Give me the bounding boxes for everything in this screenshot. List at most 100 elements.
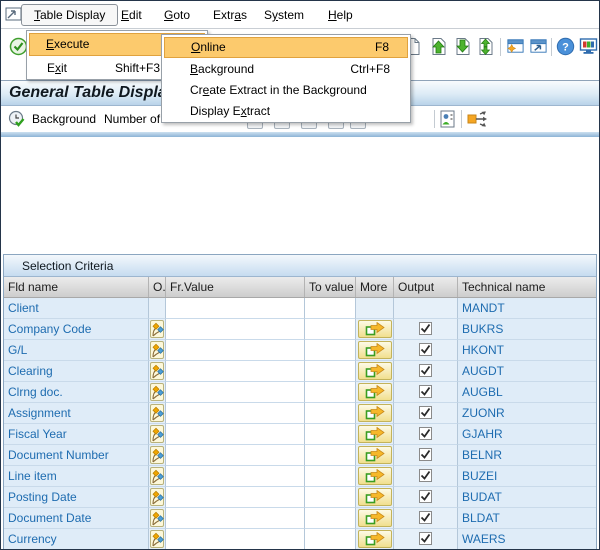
to-value-input[interactable] — [305, 508, 356, 529]
multiple-selection-button[interactable] — [358, 467, 392, 485]
select-options-button[interactable] — [150, 425, 164, 443]
output-cell[interactable] — [394, 382, 458, 403]
select-options-button[interactable] — [150, 404, 164, 422]
to-value-input[interactable] — [305, 361, 356, 382]
from-value-input[interactable] — [166, 424, 305, 445]
output-checkbox[interactable] — [419, 469, 432, 482]
from-value-input[interactable] — [166, 319, 305, 340]
multiple-selection-cell[interactable] — [356, 487, 394, 508]
from-value-input[interactable] — [166, 361, 305, 382]
multiple-selection-cell[interactable] — [356, 424, 394, 445]
multiple-selection-cell[interactable] — [356, 319, 394, 340]
menubar-item-edit[interactable]: Edit — [121, 7, 142, 24]
to-value-input[interactable] — [305, 466, 356, 487]
from-value-input[interactable] — [166, 466, 305, 487]
multiple-selection-cell[interactable] — [356, 382, 394, 403]
create-shortcut-icon[interactable] — [529, 37, 548, 56]
multiple-selection-cell[interactable] — [356, 508, 394, 529]
select-options-button[interactable] — [150, 467, 164, 485]
execute-in-background-icon[interactable] — [8, 110, 26, 128]
to-value-input[interactable] — [305, 298, 356, 319]
output-cell[interactable] — [394, 487, 458, 508]
new-session-icon[interactable] — [506, 37, 525, 56]
multiple-selection-cell[interactable] — [356, 466, 394, 487]
menu-item-create-extract[interactable]: Create Extract in the Background — [164, 80, 408, 101]
select-options-button[interactable] — [150, 509, 164, 527]
output-checkbox[interactable] — [419, 448, 432, 461]
output-cell[interactable] — [394, 529, 458, 550]
to-value-input[interactable] — [305, 319, 356, 340]
to-value-input[interactable] — [305, 340, 356, 361]
select-options-cell[interactable] — [149, 424, 166, 445]
from-value-input[interactable] — [166, 298, 305, 319]
from-value-input[interactable] — [166, 382, 305, 403]
select-options-cell[interactable] — [149, 382, 166, 403]
select-options-cell[interactable] — [149, 466, 166, 487]
to-value-input[interactable] — [305, 424, 356, 445]
multiple-selection-button[interactable] — [358, 530, 392, 548]
select-options-button[interactable] — [150, 341, 164, 359]
select-options-cell[interactable] — [149, 508, 166, 529]
output-cell[interactable] — [394, 340, 458, 361]
from-value-input[interactable] — [166, 445, 305, 466]
output-checkbox[interactable] — [419, 364, 432, 377]
to-value-input[interactable] — [305, 445, 356, 466]
select-options-cell[interactable] — [149, 340, 166, 361]
to-value-input[interactable] — [305, 403, 356, 424]
menubar-item-help[interactable]: Help — [328, 7, 353, 24]
output-cell[interactable] — [394, 298, 458, 319]
background-button[interactable]: Background — [32, 112, 96, 127]
select-options-button[interactable] — [150, 320, 164, 338]
select-options-cell[interactable] — [149, 361, 166, 382]
menubar-item-table-display[interactable]: Table Display — [21, 4, 118, 26]
output-checkbox[interactable] — [419, 490, 432, 503]
output-cell[interactable] — [394, 424, 458, 445]
from-value-input[interactable] — [166, 340, 305, 361]
menubar-item-system[interactable]: System — [264, 7, 304, 24]
system-menu-icon[interactable] — [5, 7, 22, 22]
multiple-selection-button[interactable] — [358, 362, 392, 380]
select-options-cell[interactable] — [149, 403, 166, 424]
distribute-icon[interactable] — [467, 110, 489, 128]
output-checkbox[interactable] — [419, 322, 432, 335]
multiple-selection-cell[interactable] — [356, 361, 394, 382]
select-options-cell[interactable] — [149, 298, 166, 319]
page-up-icon[interactable] — [429, 37, 448, 56]
menubar-item-goto[interactable]: Goto — [164, 7, 190, 24]
multiple-selection-button[interactable] — [358, 425, 392, 443]
menu-item-online[interactable]: Online F8 — [164, 37, 408, 58]
page-down-icon[interactable] — [453, 37, 472, 56]
output-checkbox[interactable] — [419, 385, 432, 398]
customize-layout-icon[interactable] — [579, 37, 598, 56]
select-options-cell[interactable] — [149, 319, 166, 340]
menubar-item-extras[interactable]: Extras — [213, 7, 247, 24]
select-options-cell[interactable] — [149, 529, 166, 550]
multiple-selection-button[interactable] — [358, 320, 392, 338]
select-options-button[interactable] — [150, 446, 164, 464]
multiple-selection-cell[interactable] — [356, 403, 394, 424]
to-value-input[interactable] — [305, 529, 356, 550]
output-cell[interactable] — [394, 403, 458, 424]
from-value-input[interactable] — [166, 508, 305, 529]
multiple-selection-cell[interactable] — [356, 340, 394, 361]
select-options-button[interactable] — [150, 530, 164, 548]
menu-item-display-extract[interactable]: Display Extract — [164, 101, 408, 122]
multiple-selection-button[interactable] — [358, 446, 392, 464]
to-value-input[interactable] — [305, 382, 356, 403]
from-value-input[interactable] — [166, 487, 305, 508]
multiple-selection-cell[interactable] — [356, 445, 394, 466]
output-checkbox[interactable] — [419, 343, 432, 356]
output-cell[interactable] — [394, 466, 458, 487]
output-cell[interactable] — [394, 508, 458, 529]
output-checkbox[interactable] — [419, 532, 432, 545]
output-cell[interactable] — [394, 445, 458, 466]
multiple-selection-button[interactable] — [358, 404, 392, 422]
from-value-input[interactable] — [166, 403, 305, 424]
help-icon[interactable] — [556, 37, 575, 56]
multiple-selection-button[interactable] — [358, 383, 392, 401]
output-cell[interactable] — [394, 361, 458, 382]
from-value-input[interactable] — [166, 529, 305, 550]
output-checkbox[interactable] — [419, 511, 432, 524]
multiple-selection-button[interactable] — [358, 341, 392, 359]
multiple-selection-button[interactable] — [358, 488, 392, 506]
